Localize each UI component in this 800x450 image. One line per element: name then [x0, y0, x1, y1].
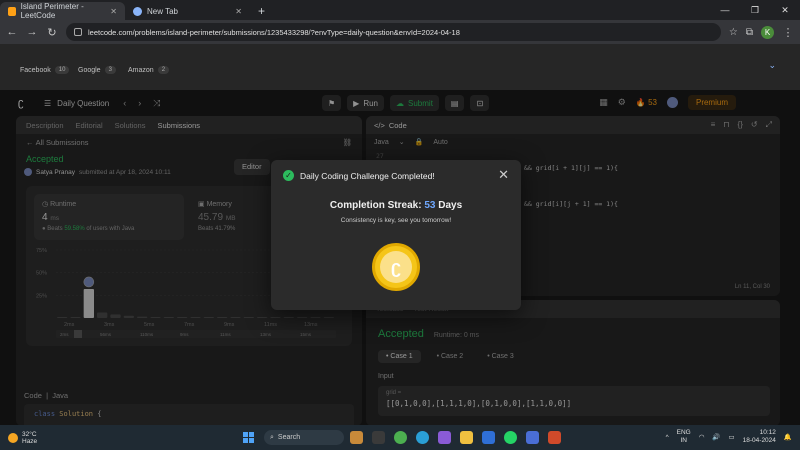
search-icon: ⌕	[270, 433, 274, 441]
battery-icon[interactable]: ▭	[729, 433, 735, 441]
extensions-icon[interactable]: ⧉	[746, 27, 753, 38]
close-icon[interactable]: ✕	[110, 7, 117, 16]
profile-avatar[interactable]: K	[761, 25, 774, 39]
wifi-icon[interactable]: ◠	[699, 433, 705, 441]
sun-icon	[8, 432, 18, 443]
modal-title: Daily Coding Challenge Completed!	[300, 170, 435, 181]
modal-tagline: Consistency is key, see you tomorrow!	[340, 217, 452, 224]
url-text: leetcode.com/problems/island-perimeter/s…	[88, 27, 460, 37]
menu-kebab-icon[interactable]: ⋮	[782, 26, 794, 39]
weather-widget[interactable]: 32°C Haze	[8, 431, 37, 445]
company-tags-bar: Facebook 10 Google 3 Amazon 2 ⌄	[0, 44, 800, 90]
app-icon[interactable]	[438, 431, 451, 444]
back-arrow-icon[interactable]: ←	[6, 26, 18, 38]
forward-arrow-icon[interactable]: →	[26, 26, 38, 38]
window-controls: — ❐ ✕	[710, 0, 800, 20]
taskbar-apps	[350, 431, 561, 444]
tab-island-perimeter[interactable]: Island Perimeter - LeetCode ✕	[0, 2, 125, 20]
tab-new-tab[interactable]: New Tab ✕	[125, 2, 250, 20]
windows-taskbar: 32°C Haze ⌕ Search ^ ENG IN ◠ 🔊 ▭ 10:12 …	[0, 425, 800, 450]
url-input[interactable]: leetcode.com/problems/island-perimeter/s…	[66, 23, 721, 41]
close-icon[interactable]: ✕	[235, 7, 242, 16]
leetcode-badge-icon: ʗ	[372, 243, 420, 291]
taskbar-search[interactable]: ⌕ Search	[264, 430, 344, 445]
leetcode-favicon-icon	[8, 6, 16, 16]
powerpoint-icon[interactable]	[548, 431, 561, 444]
close-icon[interactable]: ✕	[498, 167, 509, 183]
browser-tab-bar: Island Perimeter - LeetCode ✕ New Tab ✕ …	[0, 0, 800, 20]
tab-title: Island Perimeter - LeetCode	[20, 2, 84, 20]
site-info-icon[interactable]	[74, 28, 82, 36]
chevron-down-icon[interactable]: ⌄	[768, 60, 776, 71]
reload-icon[interactable]: ↻	[46, 26, 58, 39]
window-close-icon[interactable]: ✕	[770, 0, 800, 20]
completion-streak: Completion Streak: 53 Days	[329, 200, 463, 211]
tab-title: New Tab	[147, 6, 178, 16]
company-chip-google[interactable]: Google 3	[78, 66, 116, 74]
check-circle-icon: ✓	[283, 170, 294, 181]
daily-challenge-modal: ✓ Daily Coding Challenge Completed! ✕ Co…	[271, 160, 521, 310]
app-icon[interactable]	[372, 431, 385, 444]
language-indicator[interactable]: ENG IN	[677, 429, 691, 445]
notification-bell-icon[interactable]: 🔔	[784, 433, 792, 441]
system-tray: ^ ENG IN ◠ 🔊 ▭ 10:12 18-04-2024 🔔	[666, 429, 792, 445]
bookmark-star-icon[interactable]: ☆	[729, 27, 738, 38]
whatsapp-icon[interactable]	[504, 431, 517, 444]
chrome-icon[interactable]	[394, 431, 407, 444]
address-bar-row: ← → ↻ leetcode.com/problems/island-perim…	[0, 20, 800, 44]
app-icon[interactable]	[526, 431, 539, 444]
globe-icon	[133, 6, 142, 16]
volume-icon[interactable]: 🔊	[712, 433, 720, 441]
clock[interactable]: 10:12 18-04-2024	[743, 429, 776, 445]
new-tab-button[interactable]: +	[250, 2, 273, 20]
company-chip-facebook[interactable]: Facebook 10	[20, 66, 70, 74]
app-icon[interactable]	[482, 431, 495, 444]
maximize-icon[interactable]: ❐	[740, 0, 770, 20]
edge-icon[interactable]	[416, 431, 429, 444]
company-chip-amazon[interactable]: Amazon 2	[128, 66, 170, 74]
minimize-icon[interactable]: —	[710, 0, 740, 20]
folder-icon[interactable]	[460, 431, 473, 444]
windows-start-icon[interactable]	[243, 432, 254, 443]
app-icon[interactable]	[350, 431, 363, 444]
chevron-up-icon[interactable]: ^	[666, 434, 669, 441]
